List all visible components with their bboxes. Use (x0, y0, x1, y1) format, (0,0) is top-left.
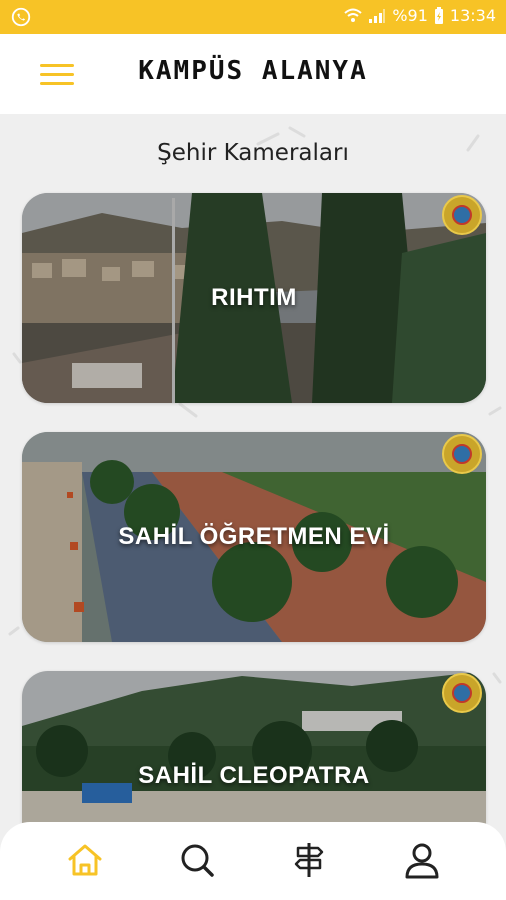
municipality-logo (442, 195, 482, 235)
clock: 13:34 (449, 6, 496, 25)
camera-label: RIHTIM (211, 284, 297, 311)
search-icon[interactable] (177, 840, 217, 880)
app-bar: KAMPÜS ALANYA (0, 34, 506, 114)
camera-card-rihtim[interactable]: RIHTIM (22, 193, 486, 403)
profile-icon[interactable] (402, 840, 442, 880)
signpost-icon[interactable] (289, 840, 329, 880)
status-right: %91 13:34 (344, 6, 496, 25)
battery-icon (434, 6, 443, 24)
cell-signal-icon (369, 8, 386, 23)
home-icon[interactable] (65, 840, 105, 880)
whatsapp-icon (11, 7, 31, 27)
municipality-logo (442, 673, 482, 713)
bottom-navigation (0, 822, 506, 900)
camera-label: SAHİL ÖĞRETMEN EVİ (118, 523, 390, 550)
section-title: Şehir Kameraları (157, 140, 349, 166)
app-title: KAMPÜS ALANYA (138, 56, 368, 86)
camera-card-sahil-ogretmen-evi[interactable]: SAHİL ÖĞRETMEN EVİ (22, 432, 486, 642)
municipality-logo (442, 434, 482, 474)
camera-label: SAHİL CLEOPATRA (138, 762, 370, 789)
status-bar: %91 13:34 (0, 0, 506, 34)
battery-percent: %91 (392, 6, 428, 25)
wifi-icon (344, 8, 362, 22)
